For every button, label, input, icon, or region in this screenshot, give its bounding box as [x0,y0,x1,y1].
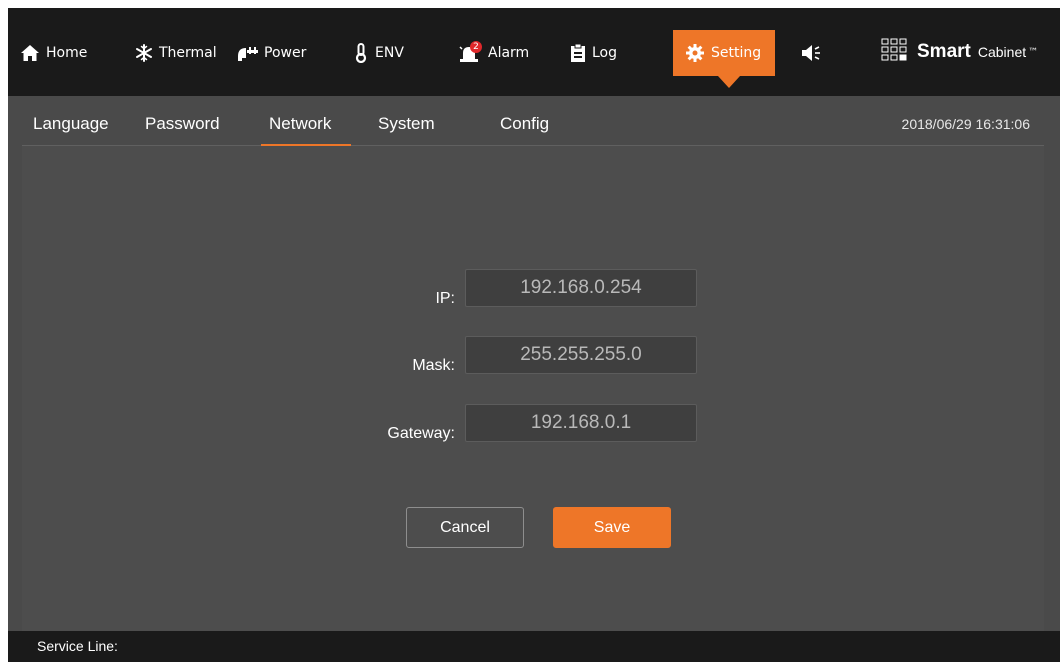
clipboard-icon [570,43,586,63]
save-button[interactable]: Save [553,507,671,548]
service-line-text: Service Line: [37,638,118,654]
brand-logo: Smart Cabinet ™ [881,38,1038,66]
ip-input[interactable] [465,269,697,307]
footer-bar: Service Line: [8,631,1060,662]
speaker-icon [800,43,824,63]
brand-trademark: ™ [1028,46,1039,58]
mask-input[interactable] [465,336,697,374]
brand-name-rest: Cabinet [977,44,1027,60]
top-nav-bar: Home Thermal Power ENV 2 Alarm Log Setti… [8,8,1060,96]
nav-log-label: Log [592,45,618,61]
tab-language[interactable]: Language [33,114,109,134]
nav-setting[interactable]: Setting [673,30,776,76]
alarm-siren-icon: 2 [458,41,482,63]
home-icon [20,44,40,62]
settings-subnav: Language Password Network System Config … [22,100,1044,147]
cancel-button[interactable]: Cancel [406,507,524,548]
nav-alarm-label: Alarm [488,45,530,61]
gateway-label: Gateway: [387,425,455,442]
network-settings-panel: IP: Mask: Gateway: Cancel Save [22,146,1044,631]
nav-env[interactable]: ENV [353,30,404,76]
gear-icon [685,43,705,63]
nav-thermal[interactable]: Thermal [135,30,217,76]
tab-network[interactable]: Network [260,114,352,147]
nav-alarm[interactable]: 2 Alarm [458,30,529,76]
snowflake-icon [135,44,153,62]
nav-log[interactable]: Log [570,30,617,76]
ip-label: IP: [435,290,455,307]
nav-home[interactable]: Home [20,30,87,76]
mask-label: Mask: [412,357,455,374]
grid-logo-icon [881,38,913,66]
active-tab-caret [718,76,740,88]
nav-setting-label: Setting [711,45,762,61]
nav-power-label: Power [264,45,307,61]
gateway-input[interactable] [465,404,697,442]
tab-config[interactable]: Config [500,114,549,134]
tab-password[interactable]: Password [145,114,220,134]
nav-env-label: ENV [375,45,404,61]
nav-home-label: Home [46,45,88,61]
thermometer-icon [353,43,369,63]
nav-thermal-label: Thermal [159,45,217,61]
plug-icon [236,44,258,62]
app-window: Home Thermal Power ENV 2 Alarm Log Setti… [8,8,1060,662]
tab-system[interactable]: System [378,114,435,134]
alarm-badge: 2 [470,41,482,53]
datetime-display: 2018/06/29 16:31:06 [901,116,1030,132]
sound-button[interactable] [800,30,824,76]
brand-name-bold: Smart [917,41,971,62]
nav-power[interactable]: Power [236,30,306,76]
